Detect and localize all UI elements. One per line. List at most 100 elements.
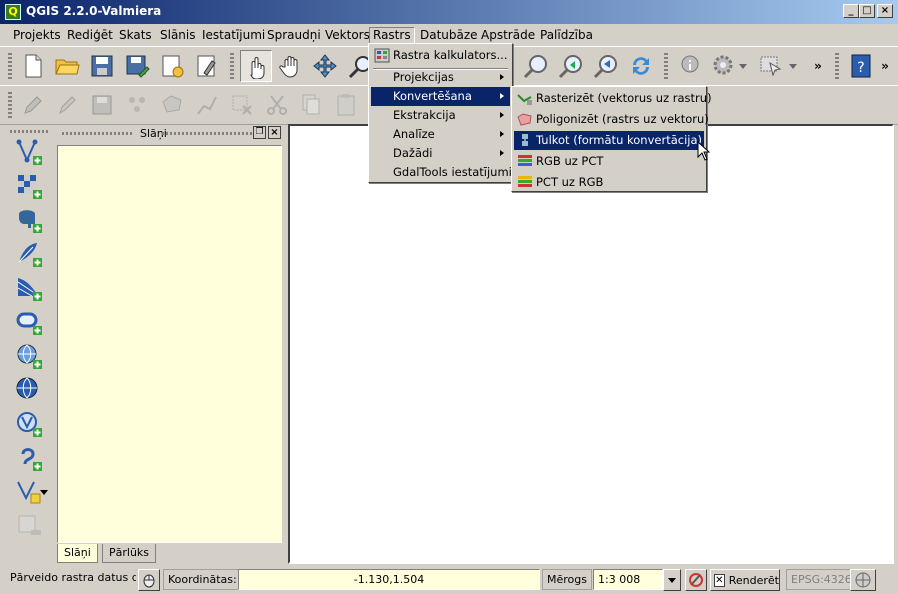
toggle-editing-button[interactable]	[51, 89, 83, 121]
action-dropdown[interactable]	[736, 50, 750, 82]
select-features-button[interactable]	[755, 50, 787, 82]
dock-close-button[interactable]: ×	[268, 126, 281, 139]
close-button[interactable]: ×	[877, 4, 893, 18]
new-layer-dropdown[interactable]	[38, 476, 50, 508]
add-wfs-layer-button[interactable]	[13, 408, 45, 440]
menu-apstrade[interactable]: Apstrāde	[478, 27, 538, 44]
menu-iestatijumi[interactable]: Iestatījumi	[199, 27, 268, 44]
new-print-composer-button[interactable]	[156, 50, 188, 82]
pan-touch-button[interactable]	[240, 50, 272, 82]
layers-tree[interactable]	[57, 145, 282, 543]
zoom-last-button[interactable]	[590, 50, 622, 82]
maximize-button[interactable]: □	[859, 4, 875, 18]
add-postgis-layer-button[interactable]	[13, 204, 45, 236]
polygonize-icon	[517, 113, 532, 126]
menu-item-translate[interactable]: Tulkot (formātu konvertācija)	[514, 131, 704, 150]
identify-button[interactable]	[674, 50, 706, 82]
toggle-extents-button[interactable]	[138, 569, 160, 591]
menu-item-label: Dažādi	[393, 146, 433, 160]
wms-globe-icon	[17, 344, 42, 369]
pan-map-button[interactable]	[275, 50, 307, 82]
double-chevron-right-icon: »	[814, 59, 822, 73]
menu-item-gdaltools-settings[interactable]: GdalTools iestatījumi	[371, 163, 512, 182]
dock-splitter[interactable]	[284, 130, 287, 560]
menu-projekts[interactable]: Projekts	[10, 27, 64, 44]
copy-features-button[interactable]	[295, 89, 327, 121]
add-spatialite-layer-button[interactable]	[13, 238, 45, 270]
add-mssql-layer-button[interactable]	[13, 272, 45, 304]
select-dropdown[interactable]	[786, 50, 800, 82]
folder-icon	[55, 59, 80, 75]
current-edits-button[interactable]	[17, 89, 49, 121]
menu-item-pct-to-rgb[interactable]: PCT uz RGB	[514, 173, 704, 192]
save-project-button[interactable]	[86, 50, 118, 82]
menu-item-polygonize[interactable]: Poligonizēt (rastrs uz vektoru)	[514, 110, 709, 129]
pan-to-selection-button[interactable]	[309, 50, 341, 82]
menu-item-rasterize[interactable]: Rasterizēt (vektorus uz rastru)	[514, 89, 712, 108]
add-oracle-layer-button[interactable]	[13, 306, 45, 338]
menu-vektors[interactable]: Vektors	[322, 27, 373, 44]
menu-item-rgb-to-pct[interactable]: RGB uz PCT	[514, 152, 704, 171]
menu-rastrs[interactable]: Rastrs	[369, 27, 415, 44]
spatialite-feather-icon	[18, 243, 42, 267]
menu-skats[interactable]: Skats	[116, 27, 155, 44]
dock-grip[interactable]	[62, 132, 132, 135]
crs-globe-icon	[855, 572, 871, 588]
zoom-full-button[interactable]	[520, 50, 552, 82]
add-polygon-button[interactable]	[156, 89, 188, 121]
toolbar-grip[interactable]	[835, 53, 839, 79]
open-project-button[interactable]	[51, 50, 83, 82]
toolbar-grip[interactable]	[8, 53, 12, 79]
tab-layers[interactable]: Slāņi	[57, 544, 98, 563]
menu-item-miscellaneous[interactable]: Dažādi	[371, 144, 510, 163]
dock-grip[interactable]	[162, 132, 252, 135]
menu-item-conversion[interactable]: Konvertēšana	[371, 87, 510, 106]
save-edits-button[interactable]	[86, 89, 118, 121]
menu-slanis[interactable]: Slānis	[157, 27, 199, 44]
add-vector-layer-button[interactable]	[13, 136, 45, 168]
minimize-button[interactable]: _	[843, 4, 859, 18]
pencil-edits-icon	[24, 96, 42, 114]
toolbar-overflow-button[interactable]: »	[875, 50, 895, 82]
scale-label: Mērogs	[542, 569, 592, 590]
toolbar-overflow-button[interactable]: »	[808, 50, 828, 82]
scale-dropdown[interactable]	[663, 569, 681, 591]
add-delimited-text-layer-button[interactable]	[13, 442, 45, 474]
remove-layer-button[interactable]	[13, 510, 45, 542]
move-feature-button[interactable]	[191, 89, 223, 121]
delete-selected-button[interactable]	[226, 89, 258, 121]
new-project-button[interactable]	[17, 50, 49, 82]
stop-render-button[interactable]	[685, 569, 707, 591]
render-checkbox[interactable]: ✕ Renderēt	[710, 569, 780, 591]
save-as-button[interactable]	[121, 50, 153, 82]
menu-item-extraction[interactable]: Ekstrakcija	[371, 106, 510, 125]
toolbar-grip[interactable]	[664, 53, 668, 79]
dock-float-button[interactable]: ❐	[253, 126, 266, 139]
menu-datubaze[interactable]: Datubāze	[417, 27, 481, 44]
menu-rediget[interactable]: Rediģēt	[64, 27, 116, 44]
composer-manager-button[interactable]	[191, 50, 223, 82]
menu-item-analysis[interactable]: Analīze	[371, 125, 510, 144]
messages-button[interactable]	[850, 569, 876, 591]
help-button[interactable]: ?	[845, 50, 877, 82]
toolbar-grip[interactable]	[10, 130, 50, 133]
add-point-button[interactable]	[121, 89, 153, 121]
refresh-button[interactable]	[625, 50, 657, 82]
tab-browser[interactable]: Pārlūks	[102, 544, 157, 563]
paste-features-button[interactable]	[330, 89, 362, 121]
add-wcs-layer-button[interactable]	[13, 374, 45, 406]
crs-status-button[interactable]: EPSG:4326	[786, 569, 857, 590]
menu-spraudni[interactable]: Spraudņi	[264, 27, 324, 44]
toolbar-grip[interactable]	[8, 92, 12, 118]
add-raster-layer-button[interactable]	[13, 170, 45, 202]
add-vector-icon	[16, 139, 42, 165]
menu-item-projections[interactable]: Projekcijas	[371, 68, 510, 87]
coordinates-field[interactable]: -1.130,1.504	[238, 569, 540, 590]
scale-field[interactable]: 1:3 008 434	[593, 569, 663, 594]
zoom-to-layer-button[interactable]	[555, 50, 587, 82]
menu-item-raster-calculator[interactable]: Rastra kalkulators...	[371, 46, 510, 65]
cut-features-button[interactable]	[261, 89, 293, 121]
add-wms-layer-button[interactable]	[13, 340, 45, 372]
toolbar-grip[interactable]	[230, 53, 234, 79]
menu-palidziba[interactable]: Palīdzība	[537, 27, 596, 44]
